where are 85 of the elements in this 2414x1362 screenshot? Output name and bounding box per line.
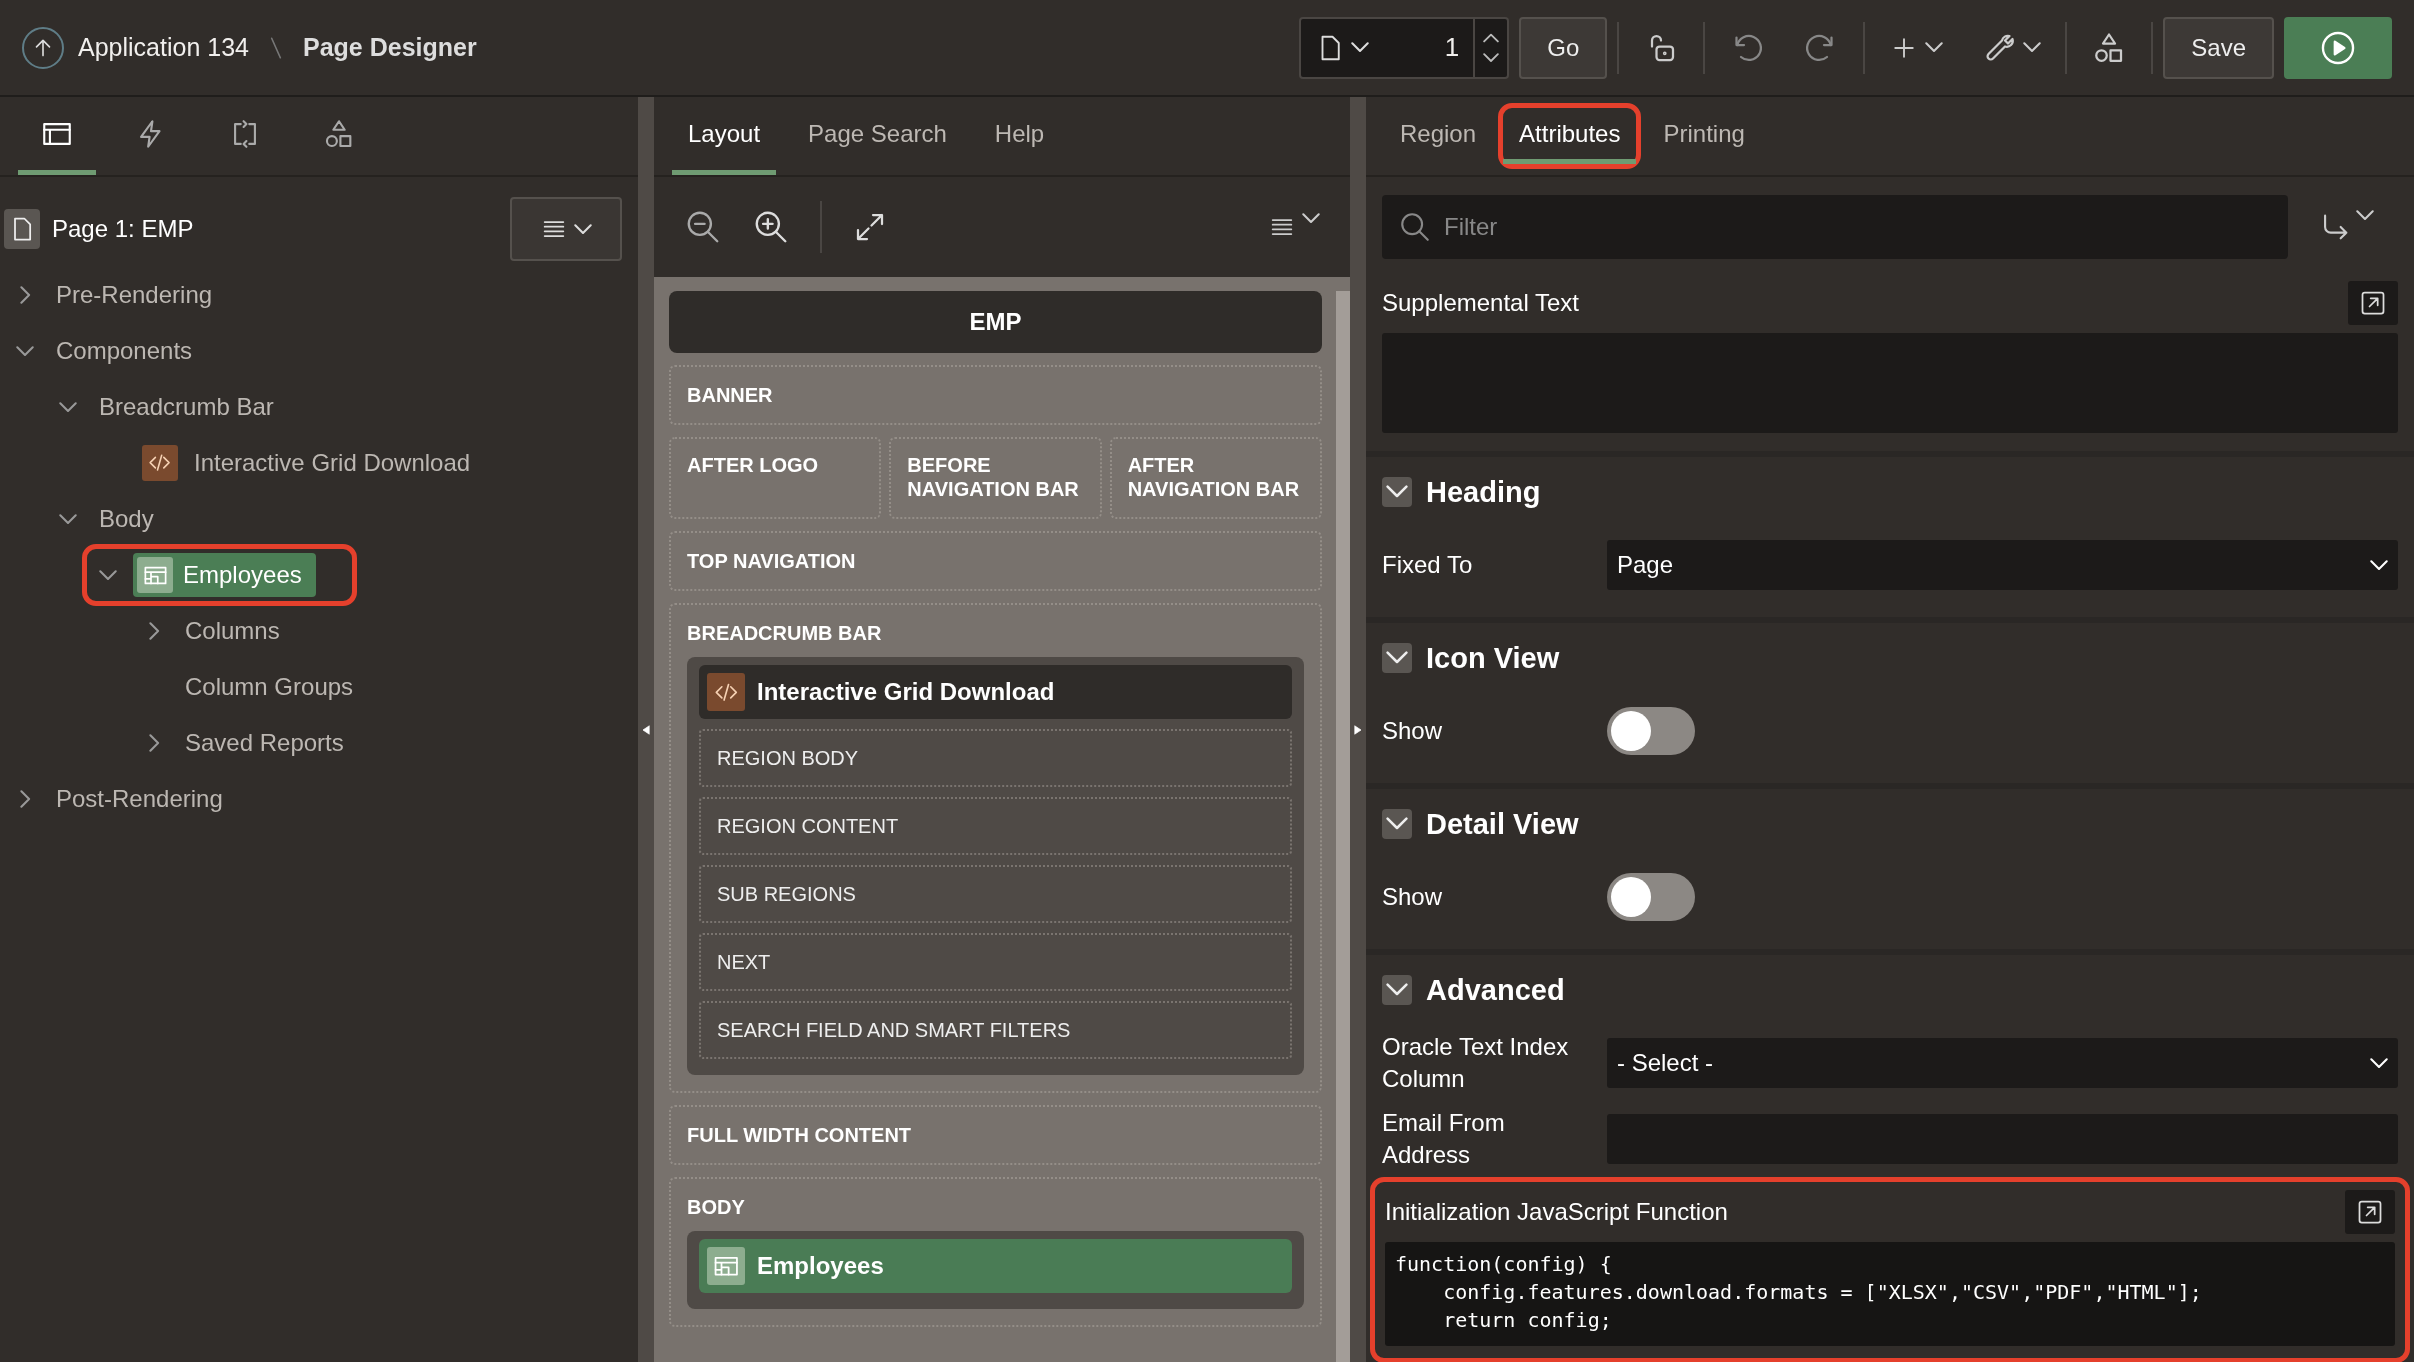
chevron-down-icon xyxy=(2023,42,2042,53)
property-label: Email From Address xyxy=(1382,1108,1506,1170)
layout-tab[interactable]: Layout xyxy=(672,97,777,175)
slot-label: BODY xyxy=(687,1195,746,1219)
property-label: Supplemental Text xyxy=(1382,288,1579,318)
tree-node-label[interactable]: Body xyxy=(99,505,154,533)
group-toggle[interactable] xyxy=(1382,477,1412,507)
tree-menu-button[interactable] xyxy=(510,197,622,261)
property-label: Fixed To xyxy=(1382,550,1474,580)
property-tab[interactable]: Printing xyxy=(1647,97,1761,175)
chevron-down-icon xyxy=(1386,651,1408,665)
expand-icon xyxy=(2356,1198,2384,1226)
chevron-up-icon xyxy=(1483,32,1500,43)
select-field[interactable]: - Select - xyxy=(1607,1038,2398,1088)
group-title[interactable]: Advanced xyxy=(1426,973,1565,1007)
chevron-down-icon xyxy=(1386,485,1408,499)
application-link[interactable]: Application 134 xyxy=(78,33,249,62)
sub-slot: SEARCH FIELD AND SMART FILTERS xyxy=(699,1001,1292,1059)
expand-editor-button[interactable] xyxy=(2345,1190,2395,1234)
sub-slot: SUB REGIONS xyxy=(699,865,1292,923)
slot-label: BREADCRUMB BAR xyxy=(687,621,883,645)
group-toggle[interactable] xyxy=(1382,643,1412,673)
page-header: EMP xyxy=(669,291,1322,353)
sub-slot: REGION CONTENT xyxy=(699,797,1292,855)
chevron-down-icon xyxy=(1351,42,1370,53)
back-button[interactable] xyxy=(22,26,64,69)
slot-label: FULL WIDTH CONTENT xyxy=(687,1123,913,1147)
select-field[interactable]: Page xyxy=(1607,540,2398,590)
filter-field[interactable]: Filter xyxy=(1382,195,2288,259)
tree-node-label[interactable]: Interactive Grid Download xyxy=(194,449,471,477)
slot-label: TOP NAVIGATION xyxy=(687,549,857,573)
chevron-down-icon xyxy=(2356,210,2374,221)
property-tab[interactable]: Attributes xyxy=(1503,108,1637,164)
tree-node-label[interactable]: Columns xyxy=(185,617,280,645)
page-node-label[interactable]: Page 1: EMP xyxy=(52,215,194,243)
tree-node-label[interactable]: Breadcrumb Bar xyxy=(99,393,274,421)
property-label: Show xyxy=(1382,716,1444,746)
slot-label: BANNER xyxy=(687,383,774,407)
group-title[interactable]: Heading xyxy=(1426,475,1541,509)
expand-editor-button[interactable] xyxy=(2348,281,2398,325)
save-button[interactable]: Save xyxy=(2163,16,2274,79)
chevron-down-icon xyxy=(574,223,592,235)
collapse-right-icon xyxy=(1352,723,1364,736)
chevron-down-icon xyxy=(2370,559,2388,571)
tree-node-label[interactable]: Column Groups xyxy=(185,673,354,701)
chevron-down-icon xyxy=(1386,983,1408,997)
go-button[interactable]: Go xyxy=(1519,16,1608,79)
selected-tree-node[interactable]: Employees xyxy=(133,553,316,597)
group-title[interactable]: Detail View xyxy=(1426,807,1579,841)
tree-node-label[interactable]: Employees xyxy=(183,561,302,589)
layout-slot: AFTER LOGO xyxy=(669,437,882,519)
group-toggle[interactable] xyxy=(1382,809,1412,839)
run-button[interactable] xyxy=(2284,16,2392,79)
group-toggle[interactable] xyxy=(1382,975,1412,1005)
layout-tab[interactable]: Page Search xyxy=(792,97,963,175)
code-editor[interactable]: function(config) { config.features.download.formats = ["XLSX","CSV","PDF","HTML"]; return config; xyxy=(1385,1242,2395,1346)
chevron-down-icon xyxy=(2370,1057,2388,1069)
group-title[interactable]: Icon View xyxy=(1426,641,1560,675)
chevron-down-icon xyxy=(1925,42,1944,53)
layout-slot: AFTER NAVIGATION BAR xyxy=(1109,437,1322,519)
tree-node-label[interactable]: Saved Reports xyxy=(185,729,344,757)
chevron-down-icon xyxy=(1302,213,1320,224)
page-number[interactable]: 1 xyxy=(1383,18,1474,77)
layout-tab[interactable]: Help xyxy=(978,97,1061,175)
page-selector[interactable]: 1 xyxy=(1299,16,1510,79)
tree-node-label[interactable]: Pre-Rendering xyxy=(56,281,213,309)
expand-icon xyxy=(2359,289,2387,317)
region-header[interactable]: Interactive Grid Download xyxy=(699,665,1292,719)
property-label: Oracle Text Index Column xyxy=(1382,1032,1570,1094)
property-tab[interactable]: Region xyxy=(1384,97,1493,175)
chevron-down-icon xyxy=(1483,52,1500,63)
property-label: Show xyxy=(1382,882,1444,912)
property-label: Initialization JavaScript Function xyxy=(1385,1197,1728,1227)
sub-slot: NEXT xyxy=(699,933,1292,991)
page-title: Page Designer xyxy=(302,33,477,62)
layout-slot: BEFORE NAVIGATION BAR xyxy=(889,437,1102,519)
region-header[interactable]: Employees xyxy=(699,1239,1292,1293)
chevron-down-icon xyxy=(1386,817,1408,831)
tree-node-label[interactable]: Components xyxy=(56,337,193,365)
toggle-switch[interactable] xyxy=(1607,873,1695,921)
scrollbar[interactable] xyxy=(1336,291,1350,1362)
tree-node-label[interactable]: Post-Rendering xyxy=(56,785,223,813)
collapse-left-icon xyxy=(640,723,652,736)
toggle-switch[interactable] xyxy=(1607,707,1695,755)
sub-slot: REGION BODY xyxy=(699,729,1292,787)
